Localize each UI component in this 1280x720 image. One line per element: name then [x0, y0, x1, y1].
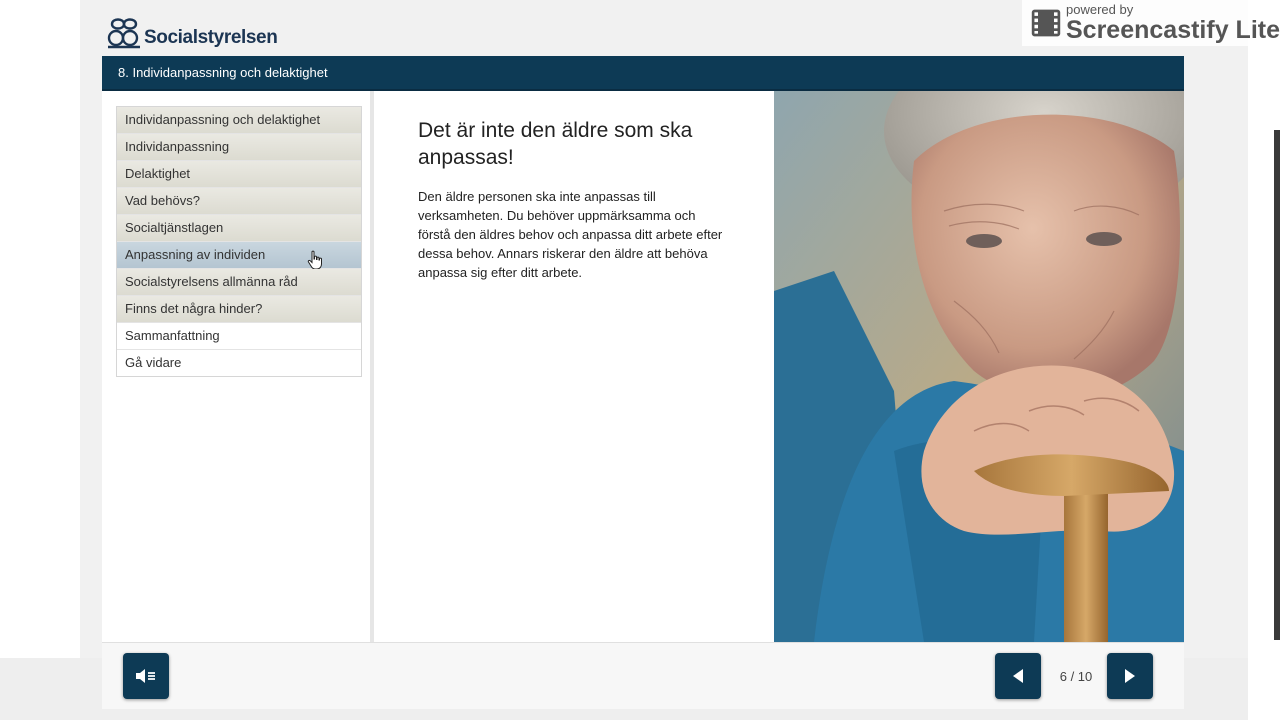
- watermark-powered-by: powered by: [1066, 1, 1134, 17]
- audio-toggle-button[interactable]: [123, 653, 169, 699]
- menu-item-label: Socialtjänstlagen: [125, 220, 224, 235]
- menu-item-label: Gå vidare: [125, 355, 182, 370]
- menu-item-label: Finns det några hinder?: [125, 301, 263, 316]
- triangle-right-icon: [1125, 669, 1135, 683]
- film-strip-icon: [1031, 9, 1061, 37]
- page-counter: 6 / 10: [1059, 669, 1093, 684]
- menu-item[interactable]: Delaktighet: [117, 161, 361, 188]
- slide-heading: Det är inte den äldre som ska anpassas!: [418, 119, 693, 169]
- menu-item-active[interactable]: Anpassning av individen: [117, 242, 361, 270]
- screencastify-watermark: powered by Screencastify Lite: [1022, 0, 1280, 46]
- menu-item[interactable]: Individanpassning och delaktighet: [117, 107, 361, 134]
- menu-item-label: Vad behövs?: [125, 193, 200, 208]
- content-pane: Det är inte den äldre som ska anpassas! …: [374, 91, 774, 642]
- menu-item[interactable]: Sammanfattning: [117, 323, 361, 350]
- backdrop-left: [0, 0, 80, 720]
- elderly-woman-photo: [774, 91, 1184, 642]
- brand-logo: Socialstyrelsen: [106, 14, 278, 50]
- menu-item-label: Sammanfattning: [125, 328, 220, 343]
- next-page-button[interactable]: [1107, 653, 1153, 699]
- menu-item-label: Anpassning av individen: [125, 247, 266, 262]
- watermark-product: Screencastify Lite: [1066, 15, 1280, 44]
- player-footer: 6 / 10: [102, 642, 1184, 709]
- speaker-icon: [136, 669, 155, 683]
- photo-illustration: [774, 91, 1184, 642]
- hand-pointer-icon: [307, 250, 322, 270]
- menu-item-label: Socialstyrelsens allmänna råd: [125, 274, 298, 289]
- slide-body-text: Den äldre personen ska inte anpassas til…: [418, 189, 723, 280]
- menu-item-label: Delaktighet: [125, 166, 191, 181]
- menu-item[interactable]: Vad behövs?: [117, 188, 361, 215]
- chapter-menu: Individanpassning och delaktighet Indivi…: [116, 106, 362, 377]
- previous-page-button[interactable]: [995, 653, 1041, 699]
- adjacent-window-edge: [1274, 130, 1280, 640]
- menu-item-label: Individanpassning: [125, 139, 230, 154]
- brand-emblem-icon: [107, 18, 140, 49]
- module-title-bar: 8. Individanpassning och delaktighet: [102, 56, 1184, 91]
- menu-item[interactable]: Finns det några hinder?: [117, 296, 361, 323]
- menu-item[interactable]: Gå vidare: [117, 350, 361, 376]
- menu-item[interactable]: Individanpassning: [117, 134, 361, 161]
- triangle-left-icon: [1013, 669, 1023, 683]
- menu-item-label: Individanpassning och delaktighet: [125, 112, 321, 127]
- menu-panel: Individanpassning och delaktighet Indivi…: [102, 91, 374, 642]
- brand-name: Socialstyrelsen: [144, 27, 278, 48]
- menu-item[interactable]: Socialstyrelsens allmänna råd: [117, 269, 361, 296]
- module-title: 8. Individanpassning och delaktighet: [118, 65, 328, 80]
- menu-item[interactable]: Socialtjänstlagen: [117, 215, 361, 242]
